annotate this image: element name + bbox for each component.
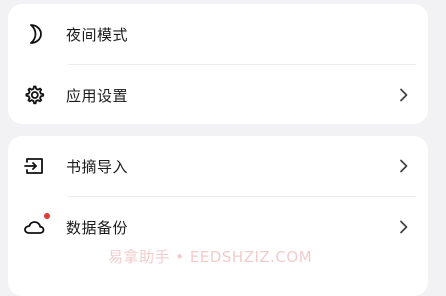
row-label-excerpt-import: 书摘导入 — [66, 158, 129, 176]
row-excerpt-import[interactable]: 书摘导入 — [8, 136, 428, 196]
settings-card-display: 夜间模式 应用设置 — [8, 4, 428, 124]
row-label-night-mode: 夜间模式 — [66, 26, 129, 44]
moon-icon — [22, 22, 46, 46]
chevron-right-icon — [398, 88, 410, 102]
import-icon — [22, 154, 46, 178]
watermark-text: 易拿助手 • EEDSHZIZ.COM — [108, 248, 313, 266]
cloud-icon — [22, 213, 50, 239]
chevron-right-icon — [398, 220, 410, 234]
row-night-mode[interactable]: 夜间模式 — [8, 4, 428, 64]
row-label-app-settings: 应用设置 — [66, 87, 129, 105]
row-label-data-backup: 数据备份 — [66, 219, 129, 237]
gear-icon — [22, 83, 46, 107]
chevron-right-icon — [398, 159, 410, 173]
settings-card-data: 书摘导入 数据备份 — [8, 136, 428, 296]
row-app-settings[interactable]: 应用设置 — [8, 65, 428, 125]
notification-dot — [44, 213, 50, 219]
